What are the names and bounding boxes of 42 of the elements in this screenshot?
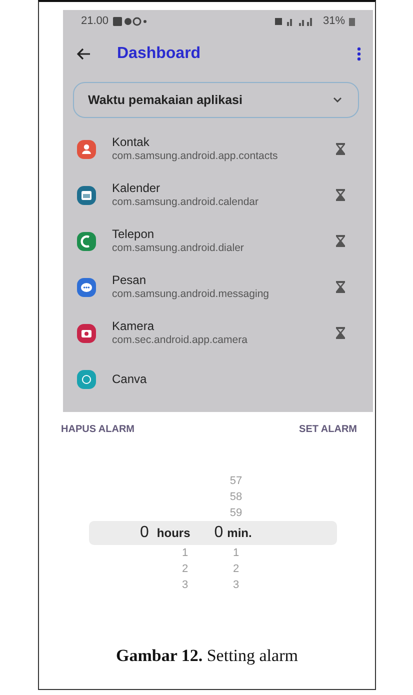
app-name: Pesan [112, 272, 148, 288]
hourglass-icon[interactable] [336, 281, 345, 293]
screen-title: Dashboard [117, 44, 202, 64]
hourglass-icon[interactable] [336, 327, 345, 339]
picker-number: 57 [230, 474, 242, 489]
app-name: Telepon [112, 226, 156, 242]
text-button[interactable]: SET ALARM [299, 422, 357, 437]
minute-unit: min. [227, 525, 252, 542]
picker-number: 3 [232, 578, 240, 593]
app-name: Kalender [112, 180, 162, 196]
notification-icons [112, 16, 147, 26]
package-name: com.samsung.android.calendar [112, 196, 260, 210]
battery-level: 31% [322, 14, 345, 29]
hourglass-icon[interactable] [336, 235, 345, 247]
package-name: com.sec.android.app.camera [112, 334, 248, 348]
hourglass-icon[interactable] [336, 189, 345, 201]
hour-unit: hours [156, 525, 190, 542]
picker-number: 3 [182, 578, 188, 593]
more-menu-icon[interactable] [357, 47, 361, 61]
package-name: com.samsung.android.dialer [112, 242, 245, 256]
app-name: Kamera [112, 318, 156, 334]
battery-icon [349, 16, 355, 26]
back-arrow-icon[interactable] [77, 48, 91, 60]
app-name: Canva [112, 372, 148, 386]
minute-value: 0 [214, 523, 224, 543]
picker-number: 1 [232, 546, 240, 561]
picker-number: 58 [230, 490, 242, 505]
package-name: com.samsung.android.app.contacts [112, 150, 279, 164]
figure-caption: Gambar 12. Setting alarm [115, 645, 299, 667]
hour-value: 0 [140, 523, 149, 543]
text-button[interactable]: HAPUS ALARM [61, 422, 135, 437]
picker-number: 2 [182, 562, 188, 577]
package-name: com.samsung.android.messaging [112, 288, 270, 302]
picker-selection[interactable]: 0 hours 0 min. [89, 521, 337, 545]
picker-number: 1 [182, 546, 188, 561]
chevron-down-icon [333, 97, 342, 103]
usage-dropdown[interactable]: Waktu pemakaian aplikasi [73, 82, 359, 118]
picker-number: 59 [230, 506, 242, 521]
status-time: 21.00 [81, 14, 109, 29]
hourglass-icon[interactable] [336, 143, 345, 155]
app-name: Kontak [112, 134, 150, 150]
picker-number: 2 [232, 562, 240, 577]
